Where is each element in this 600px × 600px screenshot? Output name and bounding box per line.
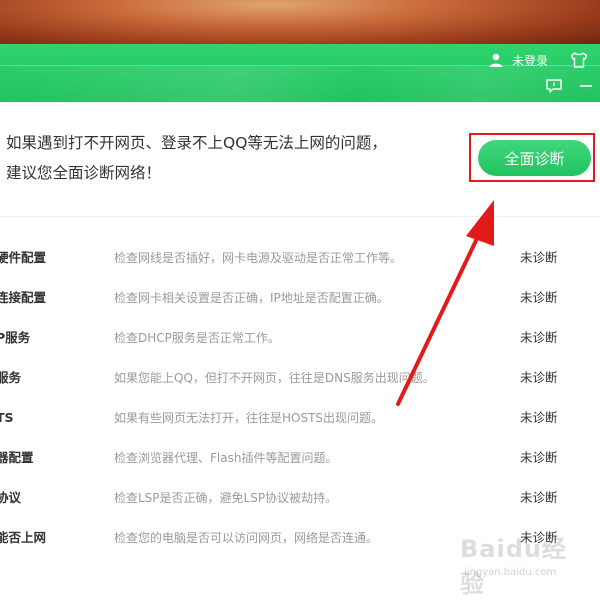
- item-status: 未诊断: [520, 290, 558, 305]
- login-status-label: 未登录: [512, 53, 549, 68]
- diagnose-item-connection: 连接配置 检查网卡相关设置是否正确，IP地址是否配置正确。 未诊断: [0, 278, 600, 318]
- item-description: 检查浏览器代理、Flash插件等配置问题。: [114, 451, 338, 465]
- item-name: 连接配置: [0, 290, 47, 305]
- item-status: 未诊断: [520, 330, 558, 345]
- title-bar: 未登录: [0, 44, 600, 102]
- item-name: 器配置: [0, 450, 34, 465]
- item-name: 能否上网: [0, 530, 47, 545]
- item-name: 硬件配置: [0, 250, 47, 265]
- watermark-url: jingyan.baidu.com: [464, 567, 557, 578]
- item-status: 未诊断: [520, 450, 558, 465]
- item-name: 服务: [0, 370, 22, 385]
- diagnose-item-hosts: TS 如果有些网页无法打开，往往是HOSTS出现问题。 未诊断: [0, 398, 600, 438]
- item-description: 检查DHCP服务是否正常工作。: [114, 331, 280, 345]
- full-diagnose-button[interactable]: 全面诊断: [478, 140, 591, 176]
- diagnose-item-dhcp: P服务 检查DHCP服务是否正常工作。 未诊断: [0, 318, 600, 358]
- watermark-brand: Baidu经验: [460, 535, 567, 598]
- item-description: 如果您能上QQ，但打不开网页，往往是DNS服务出现问题。: [114, 371, 435, 385]
- item-description: 检查LSP是否正确，避免LSP协议被劫持。: [114, 491, 338, 505]
- item-description: 检查网卡相关设置是否正确，IP地址是否配置正确。: [114, 291, 389, 305]
- minimize-icon[interactable]: [578, 78, 594, 94]
- baidu-watermark: Baidu经验 jingyan.baidu.com: [460, 527, 580, 598]
- login-button[interactable]: 未登录: [488, 50, 548, 70]
- user-icon: [489, 53, 503, 67]
- hero-message: 如果遇到打不开网页、登录不上QQ等无法上网的问题， 建议您全面诊断网络！: [6, 128, 446, 188]
- background-photo: [0, 0, 600, 46]
- item-description: 如果有些网页无法打开，往往是HOSTS出现问题。: [114, 411, 384, 425]
- item-name: TS: [0, 410, 14, 425]
- diagnose-item-browser: 器配置 检查浏览器代理、Flash插件等配置问题。 未诊断: [0, 438, 600, 478]
- title-bar-pattern: [0, 66, 600, 102]
- item-description: 检查网线是否插好，网卡电源及驱动是否正常工作等。: [114, 251, 403, 265]
- item-description: 检查您的电脑是否可以访问网页，网络是否连通。: [114, 531, 379, 545]
- hero-line-2: 建议您全面诊断网络！: [6, 164, 162, 182]
- shirt-icon[interactable]: [570, 52, 588, 68]
- diagnose-item-hardware: 硬件配置 检查网线是否插好，网卡电源及驱动是否正常工作等。 未诊断: [0, 238, 600, 278]
- diagnose-item-lsp: 协议 检查LSP是否正确，避免LSP协议被劫持。 未诊断: [0, 478, 600, 518]
- item-status: 未诊断: [520, 370, 558, 385]
- item-name: 协议: [0, 490, 22, 505]
- item-status: 未诊断: [520, 490, 558, 505]
- item-status: 未诊断: [520, 410, 558, 425]
- item-name: P服务: [0, 330, 31, 345]
- diagnose-item-dns: 服务 如果您能上QQ，但打不开网页，往往是DNS服务出现问题。 未诊断: [0, 358, 600, 398]
- item-status: 未诊断: [520, 250, 558, 265]
- hero-line-1: 如果遇到打不开网页、登录不上QQ等无法上网的问题，: [6, 134, 387, 152]
- feedback-icon[interactable]: [545, 78, 563, 94]
